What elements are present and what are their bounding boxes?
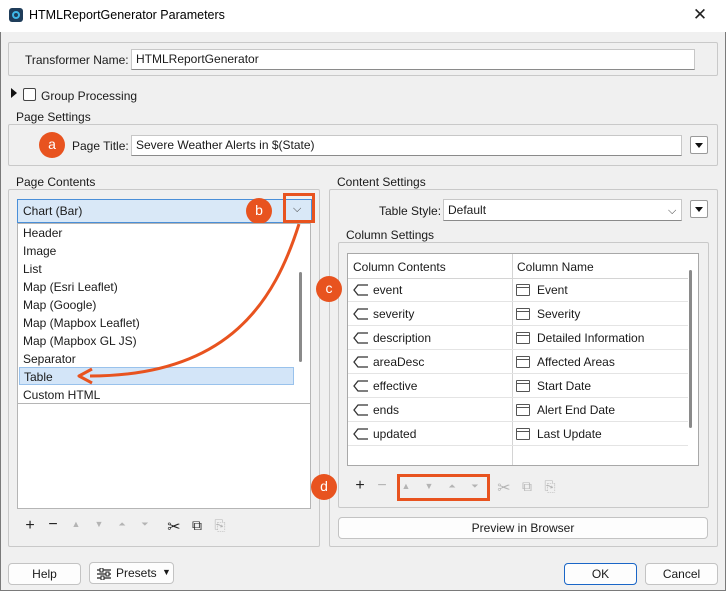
- row-name: Affected Areas: [537, 355, 615, 369]
- cut-icon[interactable]: ✂: [165, 517, 183, 537]
- table-row[interactable]: ends Alert End Date: [348, 398, 688, 422]
- cancel-button[interactable]: Cancel: [645, 563, 718, 585]
- presets-label: Presets: [116, 566, 157, 580]
- move-down-icon[interactable]: ▼: [420, 481, 438, 491]
- row-name: Last Update: [537, 427, 602, 441]
- sliders-icon: [97, 568, 111, 580]
- row-content: effective: [373, 379, 418, 393]
- row-content: description: [373, 331, 432, 345]
- attribute-icon: [353, 380, 368, 392]
- table-scrollbar[interactable]: [689, 270, 692, 428]
- row-content: event: [373, 283, 403, 297]
- column-header-name[interactable]: Column Name: [517, 260, 594, 274]
- attribute-icon: [353, 332, 368, 344]
- table-row[interactable]: severity Severity: [348, 302, 688, 326]
- row-content: ends: [373, 403, 400, 417]
- text-field-icon: [516, 284, 530, 296]
- attribute-icon: [353, 356, 368, 368]
- table-style-value: Default: [448, 203, 487, 217]
- attribute-icon: [353, 284, 368, 296]
- move-bottom-icon[interactable]: ⏷: [466, 481, 484, 492]
- cut-icon[interactable]: ✂: [495, 478, 513, 498]
- text-field-icon: [516, 332, 530, 344]
- table-style-select[interactable]: Default ⌵: [443, 199, 682, 221]
- row-name: Event: [537, 283, 568, 297]
- column-rows: event Event severity Severity descriptio…: [348, 278, 688, 446]
- attribute-icon: [353, 428, 368, 440]
- column-settings-table: Column Contents Column Name event Event …: [347, 253, 699, 466]
- table-row[interactable]: description Detailed Information: [348, 326, 688, 350]
- chevron-down-icon[interactable]: ⌵: [668, 201, 676, 220]
- move-top-icon[interactable]: ⏶: [443, 481, 461, 492]
- table-row[interactable]: areaDesc Affected Areas: [348, 350, 688, 374]
- move-down-icon[interactable]: ▼: [90, 519, 108, 529]
- row-name: Start Date: [537, 379, 592, 393]
- annotation-badge-c: c: [316, 276, 342, 302]
- remove-column-icon[interactable]: −: [373, 477, 391, 495]
- row-name: Severity: [537, 307, 581, 321]
- add-icon[interactable]: +: [21, 517, 39, 535]
- table-row[interactable]: updated Last Update: [348, 422, 688, 446]
- move-top-icon[interactable]: ⏶: [113, 519, 131, 530]
- paste-icon[interactable]: ⎘: [211, 517, 229, 534]
- attribute-icon: [353, 404, 368, 416]
- move-up-icon[interactable]: ▲: [397, 481, 415, 491]
- table-row[interactable]: effective Start Date: [348, 374, 688, 398]
- text-field-icon: [516, 380, 530, 392]
- text-field-icon: [516, 356, 530, 368]
- row-content: updated: [373, 427, 417, 441]
- copy-icon[interactable]: ⧉: [188, 517, 206, 534]
- remove-icon[interactable]: −: [44, 516, 62, 534]
- text-field-icon: [516, 308, 530, 320]
- row-content: areaDesc: [373, 355, 425, 369]
- copy-icon[interactable]: ⧉: [518, 478, 536, 495]
- caret-down-icon: ▼: [162, 567, 171, 577]
- add-column-icon[interactable]: +: [351, 477, 369, 495]
- table-style-menu-button[interactable]: [690, 200, 708, 218]
- row-content: severity: [373, 307, 415, 321]
- row-name: Alert End Date: [537, 403, 616, 417]
- column-settings-label: Column Settings: [346, 228, 435, 242]
- row-name: Detailed Information: [537, 331, 645, 345]
- annotation-arrow-path: [89, 223, 301, 378]
- table-style-label: Table Style:: [379, 204, 442, 218]
- text-field-icon: [516, 428, 530, 440]
- presets-button[interactable]: Presets ▼: [89, 562, 174, 584]
- move-up-icon[interactable]: ▲: [67, 519, 85, 529]
- help-button[interactable]: Help: [8, 563, 81, 585]
- content-settings-label: Content Settings: [337, 175, 426, 189]
- annotation-badge-d: d: [311, 474, 337, 500]
- ok-button[interactable]: OK: [564, 563, 637, 585]
- move-bottom-icon[interactable]: ⏷: [136, 519, 154, 530]
- table-row[interactable]: event Event: [348, 278, 688, 302]
- column-header-contents[interactable]: Column Contents: [353, 260, 446, 274]
- text-field-icon: [516, 404, 530, 416]
- attribute-icon: [353, 308, 368, 320]
- preview-in-browser-button[interactable]: Preview in Browser: [338, 517, 708, 539]
- paste-icon[interactable]: ⎘: [541, 478, 559, 495]
